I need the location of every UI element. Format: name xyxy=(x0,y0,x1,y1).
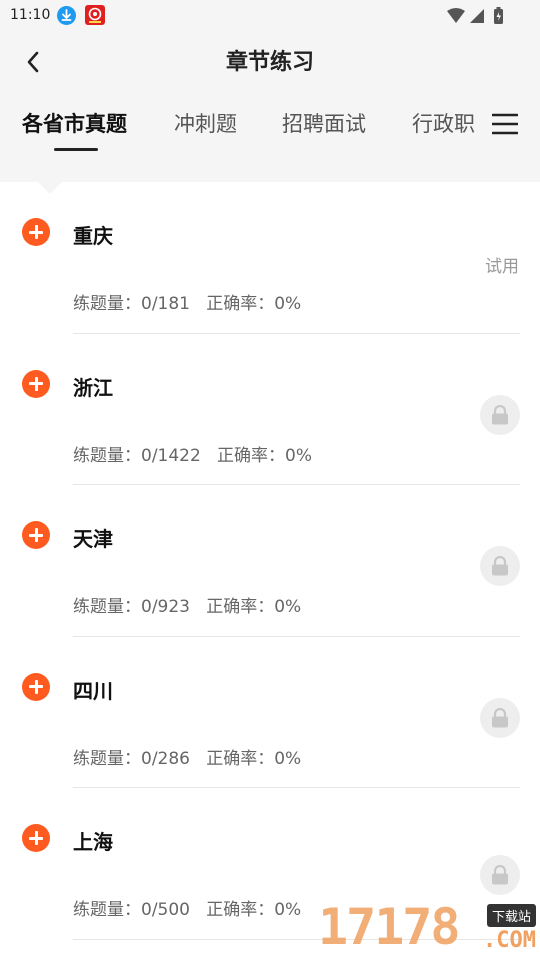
lock-icon xyxy=(480,546,520,586)
status-time: 11:10 xyxy=(10,7,51,23)
expand-plus-icon[interactable] xyxy=(22,369,50,398)
watermark-tag: 下载站 xyxy=(486,904,536,927)
list-item[interactable]: 浙江 练题量：0/1422 正确率：0% xyxy=(0,334,540,485)
expand-plus-icon[interactable] xyxy=(22,521,50,549)
expand-plus-icon[interactable] xyxy=(22,824,50,852)
tab-recruitment-interview[interactable]: 招聘面试 xyxy=(282,108,366,138)
item-title: 天津 xyxy=(73,527,113,551)
signal-icon xyxy=(470,9,484,23)
list-item[interactable]: 天津 练题量：0/923 正确率：0% xyxy=(0,485,540,637)
item-title: 上海 xyxy=(73,830,113,854)
header: 章节练习 各省市真题 冲刺题 招聘面试 行政职 xyxy=(0,32,540,182)
status-icons xyxy=(446,7,508,25)
lock-icon xyxy=(480,394,520,435)
tab-sprint[interactable]: 冲刺题 xyxy=(174,108,237,138)
app-notification-icon xyxy=(85,5,105,25)
item-title: 浙江 xyxy=(73,375,113,400)
list-item[interactable]: 重庆 试用 练题量：0/181 正确率：0% xyxy=(0,182,540,334)
watermark-suffix: .COM xyxy=(483,928,536,953)
list-item[interactable]: 四川 练题量：0/286 正确率：0% xyxy=(0,637,540,788)
item-stats: 练题量：0/1422 正确率：0% xyxy=(73,445,312,466)
watermark-number: 17178 xyxy=(318,898,461,956)
expand-plus-icon[interactable] xyxy=(22,218,50,246)
watermark-logo: 17178 下载站 .COM xyxy=(318,898,540,960)
item-title: 四川 xyxy=(73,678,113,703)
item-stats: 练题量：0/286 正确率：0% xyxy=(73,748,302,769)
status-bar: 11:10 xyxy=(0,0,540,32)
menu-icon[interactable] xyxy=(491,112,519,136)
page-title: 章节练习 xyxy=(225,50,314,75)
tab-provincial-exams[interactable]: 各省市真题 xyxy=(22,108,127,138)
wifi-icon xyxy=(447,8,465,23)
item-stats: 练题量：0/181 正确率：0% xyxy=(73,294,302,314)
trial-badge: 试用 xyxy=(485,257,519,277)
item-stats: 练题量：0/500 正确率：0% xyxy=(73,900,302,920)
lock-icon xyxy=(480,697,520,738)
item-title: 重庆 xyxy=(73,224,113,248)
lock-icon xyxy=(480,855,520,895)
download-icon xyxy=(57,6,76,25)
expand-plus-icon[interactable] xyxy=(22,672,50,701)
item-stats: 练题量：0/923 正确率：0% xyxy=(73,597,302,617)
tab-administrative[interactable]: 行政职 xyxy=(412,108,475,138)
active-tab-indicator xyxy=(54,148,98,151)
chapter-list: 重庆 试用 练题量：0/181 正确率：0% 浙江 练题量：0/1422 正确率… xyxy=(0,182,540,940)
